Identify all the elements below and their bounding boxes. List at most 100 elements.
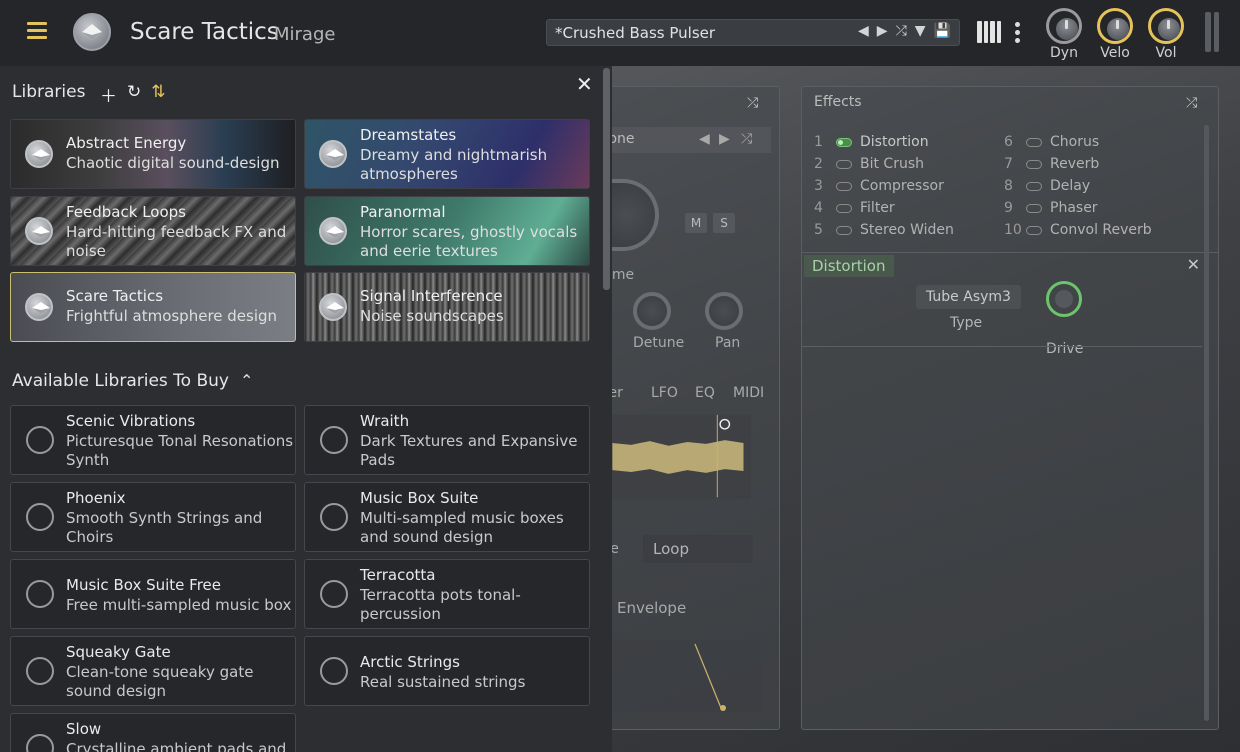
close-icon[interactable]: ✕: [1187, 255, 1200, 274]
next-source-icon[interactable]: ▶: [719, 131, 730, 147]
effect-name: Chorus: [1050, 134, 1100, 150]
effect-item-stereo-widen[interactable]: 5 Stereo Widen: [814, 222, 954, 242]
toggle-off-icon[interactable]: [1026, 159, 1042, 169]
library-subtitle: Horror scares, ghostly vocals and eerie …: [360, 223, 578, 260]
library-card-abstract-energy[interactable]: Abstract Energy Chaotic digital sound-de…: [10, 119, 296, 189]
effect-item-reverb[interactable]: 7 Reverb: [1004, 156, 1099, 176]
tab-eq[interactable]: EQ: [695, 385, 715, 401]
prev-preset-icon[interactable]: ◀: [858, 23, 869, 39]
type-label: Type: [950, 315, 983, 331]
toggle-off-icon[interactable]: [1026, 225, 1042, 235]
effect-item-compressor[interactable]: 3 Compressor: [814, 178, 944, 198]
toggle-off-icon[interactable]: [836, 181, 852, 191]
library-title: Wraith: [360, 412, 410, 430]
tab-lfo[interactable]: LFO: [651, 385, 678, 401]
preset-selector[interactable]: *Crushed Bass Pulser ◀ ▶ ⤮ ▼ 💾: [546, 19, 960, 46]
dropdown-icon[interactable]: ▼: [915, 23, 926, 39]
buy-card-scenic-vibrations[interactable]: Scenic Vibrations Picturesque Tonal Reso…: [10, 405, 296, 475]
toggle-off-icon[interactable]: [836, 203, 852, 213]
library-card-feedback-loops[interactable]: Feedback Loops Hard-hitting feedback FX …: [10, 196, 296, 266]
effect-item-distortion[interactable]: 1 Distortion: [814, 134, 929, 154]
buy-card-terracotta[interactable]: Terracotta Terracotta pots tonal-percuss…: [304, 559, 590, 629]
dyn-knob[interactable]: [1046, 8, 1082, 44]
level-meter: [1205, 12, 1219, 52]
next-preset-icon[interactable]: ▶: [877, 23, 888, 39]
library-card-dreamstates[interactable]: Dreamstates Dreamy and nightmarish atmos…: [304, 119, 590, 189]
effect-item-convol-reverb[interactable]: 10 Convol Reverb: [1004, 222, 1152, 242]
buy-card-slow[interactable]: Slow Crystalline ambient pads and: [10, 713, 296, 752]
mute-button[interactable]: M: [685, 213, 707, 233]
library-subtitle: Crystalline ambient pads and: [66, 740, 287, 752]
effect-num: 1: [814, 134, 823, 150]
library-title: Music Box Suite Free: [66, 576, 222, 594]
library-logo-icon: [319, 293, 347, 321]
library-card-paranormal[interactable]: Paranormal Horror scares, ghostly vocals…: [304, 196, 590, 266]
pan-knob[interactable]: [705, 292, 743, 330]
effect-name: Phaser: [1050, 200, 1098, 216]
source-selector[interactable]: rone ◀ ▶ ⤮: [603, 127, 771, 153]
keyboard-icon[interactable]: [977, 21, 1001, 43]
effect-item-bitcrush[interactable]: 2 Bit Crush: [814, 156, 924, 176]
toggle-off-icon[interactable]: [836, 225, 852, 235]
library-card-scare-tactics[interactable]: Scare Tactics Frightful atmosphere desig…: [10, 272, 296, 342]
effect-num: 3: [814, 178, 823, 194]
tab-midi[interactable]: MIDI: [733, 385, 764, 401]
prev-source-icon[interactable]: ◀: [699, 131, 710, 147]
radio-circle-icon: [320, 580, 348, 608]
effect-item-phaser[interactable]: 9 Phaser: [1004, 200, 1098, 220]
shuffle-icon[interactable]: ⤮: [896, 23, 907, 39]
libraries-heading: Libraries: [12, 82, 86, 102]
effect-item-delay[interactable]: 8 Delay: [1004, 178, 1090, 198]
effects-title: Effects: [814, 94, 862, 110]
libraries-scrollbar[interactable]: [603, 68, 610, 290]
add-icon[interactable]: ＋: [100, 82, 117, 107]
toggle-off-icon[interactable]: [1026, 181, 1042, 191]
radio-circle-icon: [26, 734, 54, 752]
waveform[interactable]: [603, 412, 751, 502]
toggle-off-icon[interactable]: [1026, 137, 1042, 147]
envelope-graph[interactable]: [603, 640, 761, 712]
toggle-off-icon[interactable]: [1026, 203, 1042, 213]
toggle-on-icon[interactable]: [836, 137, 852, 147]
buy-card-phoenix[interactable]: Phoenix Smooth Synth Strings and Choirs: [10, 482, 296, 552]
radio-circle-icon: [320, 426, 348, 454]
buy-card-squeaky-gate[interactable]: Squeaky Gate Clean-tone squeaky gate sou…: [10, 636, 296, 706]
menu-icon[interactable]: [27, 22, 47, 40]
velo-knob[interactable]: [1097, 8, 1133, 44]
buy-card-arctic-strings[interactable]: Arctic Strings Real sustained strings: [304, 636, 590, 706]
vol-knob[interactable]: [1148, 8, 1184, 44]
pan-label: Pan: [715, 335, 741, 351]
effects-shuffle-icon[interactable]: ⤮: [1186, 95, 1197, 111]
source-shuffle-icon[interactable]: ⤮: [741, 131, 752, 147]
layer-panel: ⤮ rone ◀ ▶ ⤮ M S ume Detune Pan ter LFO …: [599, 86, 780, 730]
drive-label: Drive: [1046, 341, 1084, 357]
effects-scrollbar[interactable]: [1204, 125, 1209, 721]
library-card-signal-interference[interactable]: Signal Interference Noise soundscapes: [304, 272, 590, 342]
library-title: Squeaky Gate: [66, 643, 171, 661]
loop-dropdown[interactable]: Loop: [643, 535, 753, 563]
sort-icon[interactable]: ⇅: [151, 82, 165, 107]
buy-card-music-box-suite[interactable]: Music Box Suite Multi-sampled music boxe…: [304, 482, 590, 552]
layer-shuffle-icon[interactable]: ⤮: [747, 95, 758, 111]
library-title: Dreamstates: [360, 126, 457, 144]
toggle-off-icon[interactable]: [836, 159, 852, 169]
more-options-icon[interactable]: [1015, 22, 1021, 46]
close-libraries-icon[interactable]: ✕: [576, 72, 593, 96]
detune-knob[interactable]: [633, 292, 671, 330]
buy-card-wraith[interactable]: Wraith Dark Textures and Expansive Pads: [304, 405, 590, 475]
vol-label: Vol: [1155, 45, 1177, 61]
library-logo-icon: [319, 217, 347, 245]
library-title: Scenic Vibrations: [66, 412, 196, 430]
library-subtitle: Multi-sampled music boxes and sound desi…: [360, 509, 564, 546]
save-icon[interactable]: 💾: [934, 23, 951, 39]
solo-button[interactable]: S: [713, 213, 735, 233]
drive-knob[interactable]: [1046, 281, 1082, 317]
refresh-icon[interactable]: ↻: [127, 82, 141, 107]
preset-name: *Crushed Bass Pulser: [555, 24, 716, 42]
effect-name: Distortion: [860, 134, 929, 150]
buy-card-music-box-suite-free[interactable]: Music Box Suite Free Free multi-sampled …: [10, 559, 296, 629]
chevron-up-icon[interactable]: ⌃: [240, 371, 253, 390]
type-dropdown[interactable]: Tube Asym3: [916, 285, 1021, 309]
effect-item-filter[interactable]: 4 Filter: [814, 200, 895, 220]
effect-item-chorus[interactable]: 6 Chorus: [1004, 134, 1099, 154]
